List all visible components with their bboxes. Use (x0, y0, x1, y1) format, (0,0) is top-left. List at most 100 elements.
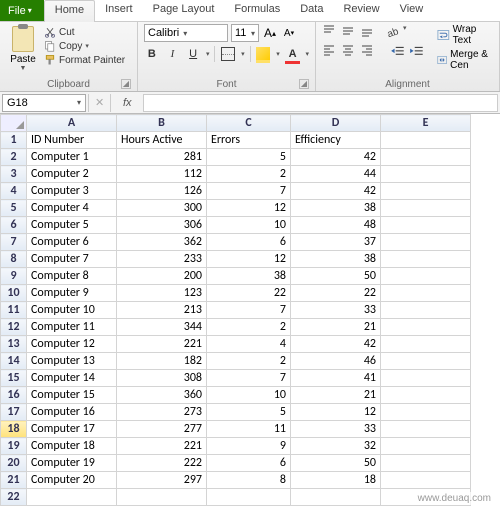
cell[interactable]: Computer 5 (27, 217, 117, 234)
cell[interactable] (117, 489, 207, 506)
row-header-5[interactable]: 5 (1, 200, 27, 217)
cell[interactable]: 22 (207, 285, 291, 302)
align-left-button[interactable] (322, 43, 338, 59)
cell[interactable]: Computer 10 (27, 302, 117, 319)
cell[interactable] (381, 387, 471, 404)
cell[interactable] (381, 353, 471, 370)
column-header-C[interactable]: C (207, 115, 291, 132)
cell[interactable]: 32 (291, 438, 381, 455)
align-top-button[interactable] (322, 24, 338, 40)
cell[interactable]: Computer 8 (27, 268, 117, 285)
row-header-15[interactable]: 15 (1, 370, 27, 387)
align-bottom-button[interactable] (360, 24, 376, 40)
paste-button[interactable]: Paste ▼ (6, 24, 40, 72)
cell[interactable]: 50 (291, 455, 381, 472)
cell[interactable]: Computer 19 (27, 455, 117, 472)
cell[interactable]: 9 (207, 438, 291, 455)
cell[interactable]: 37 (291, 234, 381, 251)
row-header-12[interactable]: 12 (1, 319, 27, 336)
file-tab[interactable]: File ▾ (0, 0, 44, 21)
cell[interactable]: Computer 11 (27, 319, 117, 336)
dialog-launcher-icon[interactable]: ◢ (121, 79, 131, 89)
increase-indent-button[interactable] (409, 44, 425, 60)
fx-icon[interactable]: fx (111, 97, 143, 109)
row-header-4[interactable]: 4 (1, 183, 27, 200)
column-header-B[interactable]: B (117, 115, 207, 132)
cut-button[interactable]: Cut (44, 26, 125, 38)
cell[interactable] (381, 370, 471, 387)
cell[interactable]: 22 (291, 285, 381, 302)
cell[interactable]: 12 (207, 200, 291, 217)
cell[interactable] (381, 166, 471, 183)
cell[interactable]: 38 (207, 268, 291, 285)
cell[interactable]: 44 (291, 166, 381, 183)
align-center-button[interactable] (341, 43, 357, 59)
column-header-E[interactable]: E (381, 115, 471, 132)
cell[interactable]: 21 (291, 319, 381, 336)
cell[interactable]: 7 (207, 183, 291, 200)
chevron-down-icon[interactable]: ▾ (241, 50, 245, 58)
cell[interactable] (381, 268, 471, 285)
cell[interactable] (381, 285, 471, 302)
cell[interactable]: 2 (207, 166, 291, 183)
cell[interactable] (381, 183, 471, 200)
row-header-8[interactable]: 8 (1, 251, 27, 268)
column-header-A[interactable]: A (27, 115, 117, 132)
cell[interactable] (381, 421, 471, 438)
cell[interactable]: Computer 12 (27, 336, 117, 353)
cell[interactable]: Computer 3 (27, 183, 117, 200)
cell[interactable]: Computer 18 (27, 438, 117, 455)
cell[interactable]: 222 (117, 455, 207, 472)
cell[interactable]: 6 (207, 455, 291, 472)
cell[interactable]: ID Number (27, 132, 117, 149)
cell[interactable]: 300 (117, 200, 207, 217)
cell[interactable]: 38 (291, 200, 381, 217)
cell[interactable]: 221 (117, 336, 207, 353)
row-header-16[interactable]: 16 (1, 387, 27, 404)
copy-button[interactable]: Copy ▾ (44, 40, 125, 52)
cell[interactable] (381, 336, 471, 353)
cell[interactable] (381, 455, 471, 472)
cell[interactable] (291, 489, 381, 506)
fill-color-button[interactable] (256, 46, 272, 62)
cell[interactable]: 4 (207, 336, 291, 353)
cancel-button[interactable]: ✕ (88, 94, 111, 112)
cell[interactable]: 221 (117, 438, 207, 455)
cell[interactable]: 233 (117, 251, 207, 268)
chevron-down-icon[interactable]: ▾ (305, 50, 309, 58)
cell[interactable]: Computer 1 (27, 149, 117, 166)
format-painter-button[interactable]: Format Painter (44, 54, 125, 66)
cell[interactable] (381, 200, 471, 217)
chevron-down-icon[interactable]: ▾ (403, 24, 407, 40)
row-header-10[interactable]: 10 (1, 285, 27, 302)
row-header-3[interactable]: 3 (1, 166, 27, 183)
cell[interactable]: 308 (117, 370, 207, 387)
align-right-button[interactable] (360, 43, 376, 59)
menu-tab-review[interactable]: Review (333, 0, 389, 21)
cell[interactable]: 42 (291, 336, 381, 353)
menu-tab-view[interactable]: View (390, 0, 434, 21)
row-header-19[interactable]: 19 (1, 438, 27, 455)
cell[interactable]: 12 (291, 404, 381, 421)
italic-button[interactable]: I (165, 46, 181, 62)
cell[interactable]: Computer 7 (27, 251, 117, 268)
cell[interactable]: 306 (117, 217, 207, 234)
menu-tab-data[interactable]: Data (290, 0, 333, 21)
row-header-1[interactable]: 1 (1, 132, 27, 149)
menu-tab-formulas[interactable]: Formulas (224, 0, 290, 21)
cell[interactable]: Computer 6 (27, 234, 117, 251)
cell[interactable]: 6 (207, 234, 291, 251)
cell[interactable] (207, 489, 291, 506)
row-header-11[interactable]: 11 (1, 302, 27, 319)
cell[interactable]: Computer 2 (27, 166, 117, 183)
cell[interactable]: Computer 4 (27, 200, 117, 217)
cell[interactable]: 7 (207, 370, 291, 387)
spreadsheet-grid[interactable]: ABCDE 1ID NumberHours ActiveErrorsEffici… (0, 114, 471, 506)
cell[interactable]: Computer 14 (27, 370, 117, 387)
cell[interactable] (381, 132, 471, 149)
row-header-20[interactable]: 20 (1, 455, 27, 472)
menu-tab-page-layout[interactable]: Page Layout (143, 0, 225, 21)
menu-tab-insert[interactable]: Insert (95, 0, 143, 21)
cell[interactable]: 5 (207, 404, 291, 421)
cell[interactable]: 33 (291, 302, 381, 319)
